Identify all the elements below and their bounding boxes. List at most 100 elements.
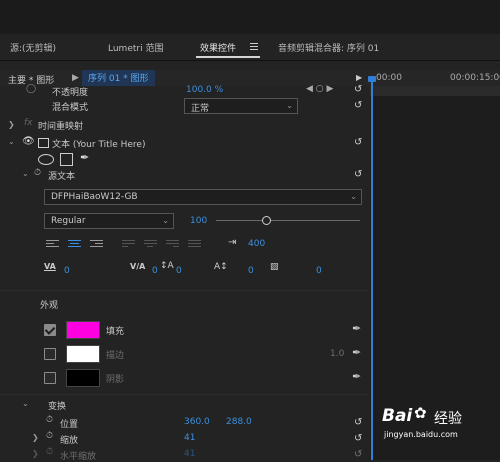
reset-icon[interactable]: ↺ (354, 418, 364, 428)
appearance-section-label: 外观 (40, 301, 59, 311)
stopwatch-icon[interactable]: ⏱ (34, 168, 41, 178)
sequence-clip-label[interactable]: 序列 01 * 图形 (82, 70, 155, 86)
align-center-icon[interactable] (68, 240, 81, 250)
tracking-spacing-value[interactable]: 0 (152, 266, 158, 276)
horizontal-scale-value[interactable]: 41 (184, 449, 195, 459)
baseline-icon: ↕A (160, 261, 174, 271)
font-size-value[interactable]: 100 (190, 216, 207, 226)
chevron-right-icon[interactable]: ❯ (8, 120, 15, 129)
stopwatch-icon[interactable]: ⏱ (46, 447, 53, 457)
font-style: Regular (51, 216, 86, 226)
tracking-value[interactable]: 400 (248, 239, 265, 249)
text-layer-label: 文本 (Your Title Here) (52, 140, 146, 150)
transform-box-icon[interactable] (38, 138, 49, 148)
justify-right-icon[interactable] (166, 240, 179, 250)
stroke-label: 描边 (106, 351, 125, 361)
chevron-down-icon[interactable]: ⌄ (22, 169, 29, 178)
eyedropper-icon[interactable]: ✒ (352, 346, 361, 359)
watermark-suffix: 经验 (434, 411, 462, 427)
chevron-right-icon[interactable]: ❯ (32, 433, 39, 442)
chevron-down-icon: ⌄ (162, 216, 169, 225)
opacity-value[interactable]: 100.0 % (186, 85, 223, 95)
reset-icon[interactable]: ↺ (354, 170, 364, 180)
effect-header: 主要 * 图形 ▶ 序列 01 * 图形 ▶ 00:00 00:00:15:00 (0, 70, 500, 86)
opacity-row: ◯ 不透明度 100.0 % ◀ ○ ▶ ↺ (0, 84, 368, 98)
tsume-value[interactable]: 0 (316, 266, 322, 276)
justify-all-icon[interactable] (188, 240, 201, 250)
ellipse-mask-icon[interactable] (38, 154, 54, 165)
position-x-value[interactable]: 360.0 (184, 417, 210, 427)
rectangle-mask-icon[interactable] (60, 153, 73, 166)
align-left-icon[interactable] (46, 240, 59, 250)
paw-icon: ✿ (414, 404, 427, 422)
active-tab-indicator (196, 56, 260, 58)
tsume-icon: ▨ (270, 262, 279, 272)
text-layer-row[interactable]: ⌄ 👁 文本 (Your Title Here) ↺ (0, 136, 368, 150)
position-label: 位置 (60, 420, 79, 430)
align-right-icon[interactable] (90, 240, 103, 250)
time-remap-row[interactable]: ❯ fx 时间重映射 (0, 118, 368, 132)
reset-icon[interactable]: ↺ (354, 85, 364, 95)
scale-label: 缩放 (60, 436, 79, 446)
kerning-value[interactable]: 0 (64, 266, 70, 276)
eyedropper-icon[interactable]: ✒ (352, 370, 361, 383)
tab-source[interactable]: 源:(无剪辑) (10, 41, 56, 54)
fill-label: 填充 (106, 327, 125, 337)
leading-value[interactable]: 0 (248, 266, 254, 276)
chevron-down-icon[interactable]: ⌄ (22, 399, 29, 408)
font-style-select[interactable]: Regular ⌄ (44, 213, 174, 229)
panel-tabs: 源:(无剪辑) Lumetri 范围 效果控件 音频剪辑混合器: 序列 01 (0, 34, 500, 61)
tab-lumetri-scopes[interactable]: Lumetri 范围 (108, 41, 163, 54)
reset-icon[interactable]: ↺ (354, 101, 364, 111)
leading-icon: A↕ (214, 262, 228, 272)
shadow-row: 阴影 ✒ (0, 368, 368, 388)
reset-icon[interactable]: ↺ (354, 450, 364, 460)
divider (0, 394, 368, 395)
scale-value[interactable]: 41 (184, 433, 195, 443)
fill-color-swatch[interactable] (66, 321, 100, 339)
stopwatch-icon[interactable]: ⏱ (46, 431, 53, 441)
playhead-handle[interactable] (368, 76, 376, 82)
stroke-color-swatch[interactable] (66, 345, 100, 363)
chevron-right-icon[interactable]: ❯ (32, 449, 39, 458)
source-text-row[interactable]: ⌄ ⏱ 源文本 ↺ (0, 168, 368, 182)
reset-icon[interactable]: ↺ (354, 434, 364, 444)
font-size-slider[interactable] (216, 216, 360, 225)
transform-row[interactable]: ⌄ 变换 (0, 398, 368, 412)
stroke-checkbox[interactable] (44, 348, 56, 360)
playhead[interactable] (371, 76, 373, 460)
tab-audio-clip-mixer[interactable]: 音频剪辑混合器: 序列 01 (278, 41, 379, 54)
stopwatch-icon[interactable]: ⏱ (46, 415, 53, 425)
stroke-width-value[interactable]: 1.0 (330, 349, 344, 359)
fill-checkbox[interactable] (44, 324, 56, 336)
position-row: ⏱ 位置 360.0 288.0 ↺ (0, 415, 368, 430)
title-bar (0, 0, 500, 35)
divider (0, 290, 368, 291)
reset-icon[interactable]: ↺ (354, 138, 364, 148)
shadow-color-swatch[interactable] (66, 369, 100, 387)
play-icon[interactable]: ▶ (356, 73, 362, 82)
eye-icon[interactable]: 👁 (22, 136, 35, 147)
chevron-down-icon[interactable]: ⌄ (8, 137, 15, 146)
tab-effect-controls[interactable]: 效果控件 (200, 41, 236, 54)
keyframe-nav-icon[interactable]: ◀ ○ ▶ (306, 84, 333, 94)
pen-icon[interactable]: ✒ (80, 151, 89, 164)
scale-row: ❯ ⏱ 缩放 41 ↺ (0, 431, 368, 446)
timeline-clip-bar (370, 86, 500, 96)
stopwatch-icon[interactable]: ◯ (26, 84, 36, 94)
blend-mode-select[interactable]: 正常 ⌄ (184, 98, 298, 114)
position-y-value[interactable]: 288.0 (226, 417, 252, 427)
time-remap-label: 时间重映射 (38, 122, 84, 132)
slider-knob[interactable] (262, 216, 272, 225)
fx-icon: fx (24, 118, 33, 128)
justify-center-icon[interactable] (144, 240, 157, 250)
shadow-label: 阴影 (106, 375, 125, 385)
shadow-checkbox[interactable] (44, 372, 56, 384)
hamburger-menu-icon[interactable] (250, 43, 258, 50)
font-select[interactable]: DFPHaiBaoW12-GB ⌄ (44, 189, 362, 205)
baseline-value[interactable]: 0 (176, 266, 182, 276)
justify-left-icon[interactable] (122, 240, 135, 250)
eyedropper-icon[interactable]: ✒ (352, 322, 361, 335)
source-text-label: 源文本 (48, 172, 76, 182)
alignment-toolbar: ⇥ 400 (44, 237, 364, 252)
